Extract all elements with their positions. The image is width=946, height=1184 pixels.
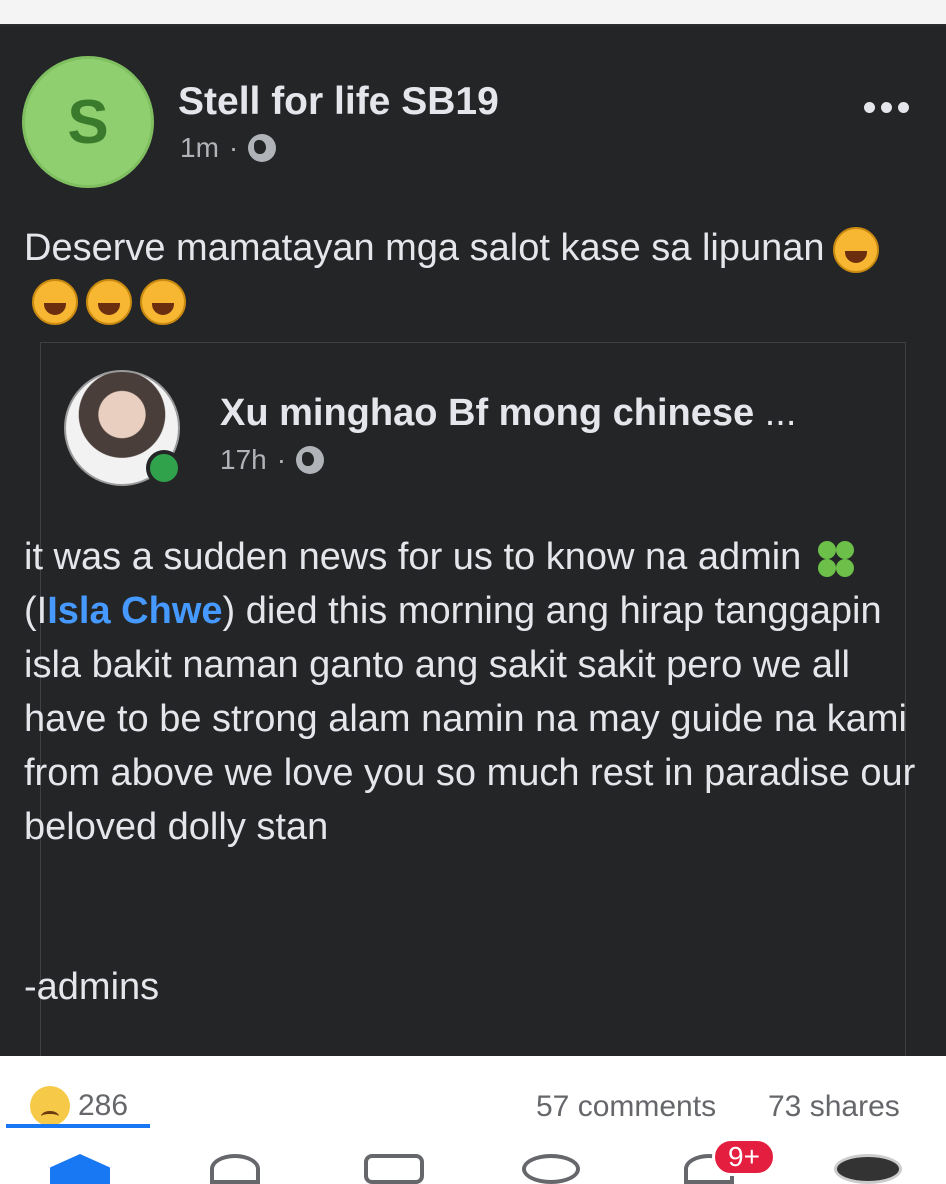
globe-icon [296, 446, 325, 474]
post-caption: Deserve mamatayan mga salot kase sa lipu… [24, 222, 904, 326]
shares-count-link[interactable]: 73 shares [768, 1090, 900, 1124]
shared-post-text: it was a sudden news for us to know na a… [24, 530, 924, 854]
post-meta: 1m · [180, 132, 277, 164]
shared-author-name[interactable]: Xu minghao Bf mong chinese ... [220, 392, 796, 435]
dot-icon [864, 102, 875, 113]
dot-icon [881, 102, 892, 113]
signoff-text: -admins [24, 966, 160, 1008]
marketplace-icon[interactable] [522, 1154, 580, 1184]
laughing-emoji-icon [832, 226, 879, 273]
meta-separator: · [228, 132, 239, 163]
sad-reaction-icon [30, 1086, 70, 1126]
home-icon[interactable] [50, 1154, 110, 1184]
more-options-button[interactable] [864, 102, 909, 113]
laughing-emoji-icon [140, 278, 186, 325]
meta-separator: · [276, 444, 287, 475]
author-avatar[interactable]: S [22, 56, 154, 188]
shared-post-body: it was a sudden news for us to know na a… [24, 530, 924, 854]
body-text: it was a sudden news for us to know na a… [24, 536, 812, 578]
ellipsis: ... [764, 392, 797, 434]
friends-icon[interactable] [210, 1154, 260, 1184]
shared-post-meta: 17h · [220, 444, 325, 476]
laughing-emoji-icon [32, 278, 78, 325]
bottom-nav [0, 1140, 946, 1184]
caption-text: Deserve mamatayan mga salot kase sa lipu… [24, 227, 825, 269]
online-status-icon [146, 450, 182, 486]
comments-count-link[interactable]: 57 comments [536, 1090, 716, 1124]
watch-icon[interactable] [364, 1154, 424, 1184]
shared-author-text: Xu minghao Bf mong chinese [220, 392, 755, 434]
notification-badge: 9+ [712, 1138, 776, 1176]
author-name[interactable]: Stell for life SB19 [178, 80, 499, 124]
shared-post-time[interactable]: 17h [220, 444, 267, 476]
reaction-count: 286 [78, 1089, 129, 1122]
laughing-emoji-icon [86, 278, 132, 325]
four-leaf-clover-icon [816, 539, 856, 579]
reactions-summary[interactable]: 286 [30, 1086, 128, 1126]
active-tab-indicator [6, 1124, 150, 1128]
mention-prefix: (I [24, 590, 48, 632]
status-strip [0, 0, 946, 26]
mention-link[interactable]: Isla Chwe [47, 590, 222, 632]
dot-icon [898, 102, 909, 113]
post-time[interactable]: 1m [180, 132, 219, 164]
globe-icon [248, 134, 277, 162]
menu-avatar[interactable] [834, 1154, 902, 1184]
